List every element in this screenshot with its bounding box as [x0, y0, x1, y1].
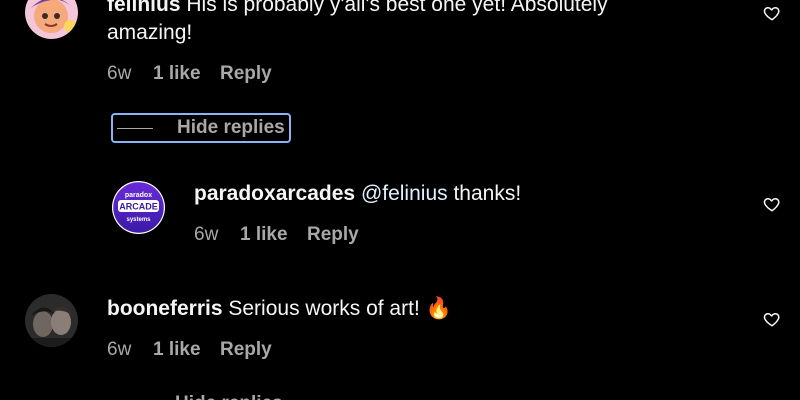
hide-replies-label: Hide replies: [175, 392, 283, 400]
comment-line: booneferris Serious works of art! 🔥: [107, 295, 452, 323]
comment-username[interactable]: booneferris: [107, 297, 223, 320]
comments-thread: felinius His is probably y'all's best on…: [0, 0, 800, 400]
reply-button[interactable]: Reply: [220, 338, 272, 362]
comment-username[interactable]: paradoxarcades: [194, 182, 355, 205]
heart-icon: [763, 313, 780, 327]
cartoon-avatar-icon: [25, 0, 78, 39]
likes-count[interactable]: 1 like: [153, 62, 201, 86]
replies-divider-line: [117, 128, 153, 129]
heart-icon: [763, 198, 780, 212]
likes-count[interactable]: 1 like: [153, 338, 201, 362]
reply-button[interactable]: Reply: [307, 223, 359, 247]
paradox-arcade-logo: paradox ARCADE systems: [112, 181, 165, 234]
hide-replies-label: Hide replies: [177, 117, 285, 138]
heart-icon: [763, 7, 780, 21]
avatar-felinius[interactable]: [25, 0, 78, 39]
comment-text: His is probably y'all's best one yet! Ab…: [186, 0, 608, 16]
likes-count[interactable]: 1 like: [240, 223, 288, 247]
like-button[interactable]: [763, 310, 781, 328]
comment-text: thanks!: [453, 182, 522, 205]
hide-replies-button[interactable]: Hide replies: [111, 113, 291, 143]
logo-text-bottom: systems: [126, 217, 151, 223]
reply-line: paradoxarcades @felinius thanks!: [194, 180, 521, 208]
avatar-paradoxarcades[interactable]: paradox ARCADE systems: [112, 181, 165, 234]
comment-line: felinius His is probably y'all's best on…: [107, 0, 608, 19]
hide-replies-button[interactable]: Hide replies: [111, 390, 291, 400]
comment-username[interactable]: felinius: [107, 0, 181, 16]
avatar-booneferris[interactable]: [25, 294, 78, 347]
photo-avatar-icon: [25, 294, 78, 347]
like-button[interactable]: [763, 195, 781, 213]
mention-link[interactable]: @felinius: [361, 182, 448, 205]
like-button[interactable]: [763, 4, 781, 22]
comment-age[interactable]: 6w: [107, 62, 131, 86]
reply-button[interactable]: Reply: [220, 62, 272, 86]
comment-text: Serious works of art! 🔥: [228, 297, 452, 320]
logo-text-middle: ARCADE: [119, 202, 158, 212]
comment-text-continued: amazing!: [107, 21, 193, 44]
comment-age[interactable]: 6w: [194, 223, 218, 247]
logo-text-top: paradox: [125, 192, 152, 199]
comment-age[interactable]: 6w: [107, 338, 131, 362]
